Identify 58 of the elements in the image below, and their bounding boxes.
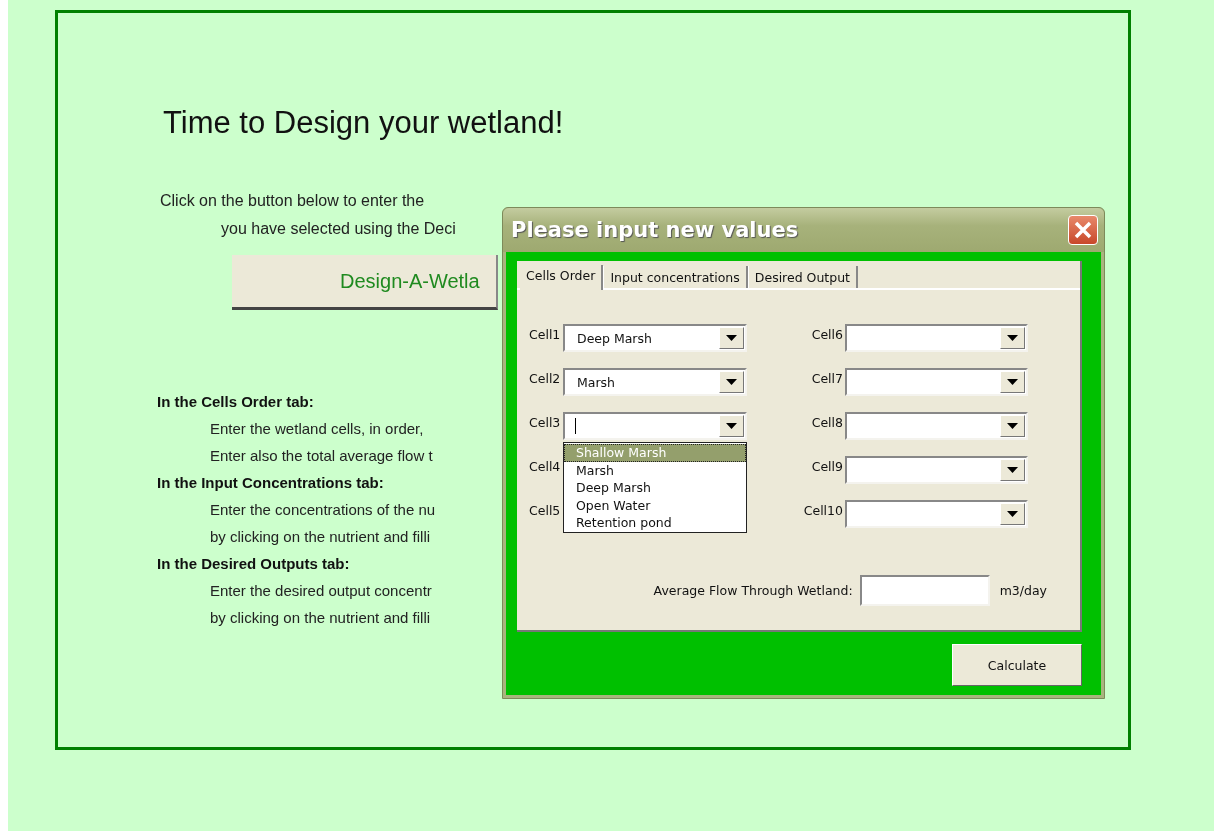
tab[interactable]: Desired Output — [747, 266, 858, 288]
design-wetland-button[interactable]: Design-A-Wetla — [232, 255, 498, 310]
dropdown-field[interactable] — [845, 500, 1028, 528]
close-icon — [1074, 221, 1092, 239]
instruction-heading: In the Cells Order tab: — [157, 392, 314, 412]
tab[interactable]: Cells Order — [520, 265, 604, 290]
dropdown-arrow-icon — [1007, 335, 1018, 341]
dropdown-field[interactable] — [845, 368, 1028, 396]
instruction-text: by clicking on the nutrient and filli — [210, 527, 431, 547]
unit-label: m3/day — [999, 583, 1047, 598]
instruction-text: Enter also the total average flow t — [210, 446, 433, 466]
text-cursor — [575, 418, 576, 434]
cell-label: Cell4 — [529, 458, 562, 476]
tab[interactable]: Input concentrations — [603, 266, 748, 288]
sheet-title: Time to Design your wetland! — [163, 105, 565, 141]
dropdown-field[interactable] — [563, 412, 747, 440]
calculate-button[interactable]: Calculate — [952, 644, 1082, 686]
instruction-text: Enter the wetland cells, in order, — [210, 419, 424, 439]
cell-label: Cell10 — [802, 502, 844, 520]
dropdown-button[interactable] — [719, 327, 744, 349]
instruction-text: by clicking on the nutrient and filli — [210, 608, 431, 628]
dropdown-arrow-icon — [1007, 467, 1018, 473]
dropdown-arrow-icon — [1007, 423, 1018, 429]
dropdown-field[interactable] — [845, 412, 1028, 440]
cell-label: Cell1 — [529, 326, 562, 344]
dropdown-button[interactable] — [719, 415, 744, 437]
dropdown-field[interactable]: Deep Marsh — [563, 324, 747, 352]
dropdown-arrow-icon — [1007, 511, 1018, 517]
flow-label: Average Flow Through Wetland: — [653, 583, 853, 598]
dropdown-arrow-icon — [1007, 379, 1018, 385]
cell-label: Cell7 — [810, 370, 844, 388]
flow-input[interactable] — [859, 575, 990, 606]
intro-text: Click on the button below to enter the — [160, 191, 425, 211]
cell-label: Cell3 — [529, 414, 562, 432]
dropdown-button[interactable] — [1000, 327, 1025, 349]
dropdown-arrow-icon — [726, 423, 737, 429]
cell-label: Cell6 — [810, 326, 844, 344]
dropdown-button[interactable] — [1000, 415, 1025, 437]
instruction-heading: In the Input Concentrations tab: — [157, 473, 384, 493]
cell-label: Cell5 — [529, 502, 562, 520]
cell-label: Cell9 — [810, 458, 844, 476]
intro-text: you have selected using the Deci — [221, 219, 456, 239]
dropdown-arrow-icon — [726, 379, 737, 385]
dropdown-button[interactable] — [1000, 371, 1025, 393]
cell-label: Cell2 — [529, 370, 562, 388]
instruction-text: Enter the desired output concentr — [210, 581, 432, 601]
dropdown-field[interactable] — [845, 456, 1028, 484]
dropdown-arrow-icon — [726, 335, 737, 341]
cell-label: Cell8 — [810, 414, 844, 432]
instruction-heading: In the Desired Outputs tab: — [157, 554, 350, 574]
dropdown-field[interactable] — [845, 324, 1028, 352]
dialog-title: Please input new values — [511, 218, 799, 242]
instruction-text: Enter the concentrations of the nu — [210, 500, 436, 520]
close-button[interactable] — [1068, 215, 1098, 245]
dropdown-button[interactable] — [1000, 503, 1025, 525]
dropdown-button[interactable] — [1000, 459, 1025, 481]
dropdown-button[interactable] — [719, 371, 744, 393]
dropdown-field[interactable]: Marsh — [563, 368, 747, 396]
